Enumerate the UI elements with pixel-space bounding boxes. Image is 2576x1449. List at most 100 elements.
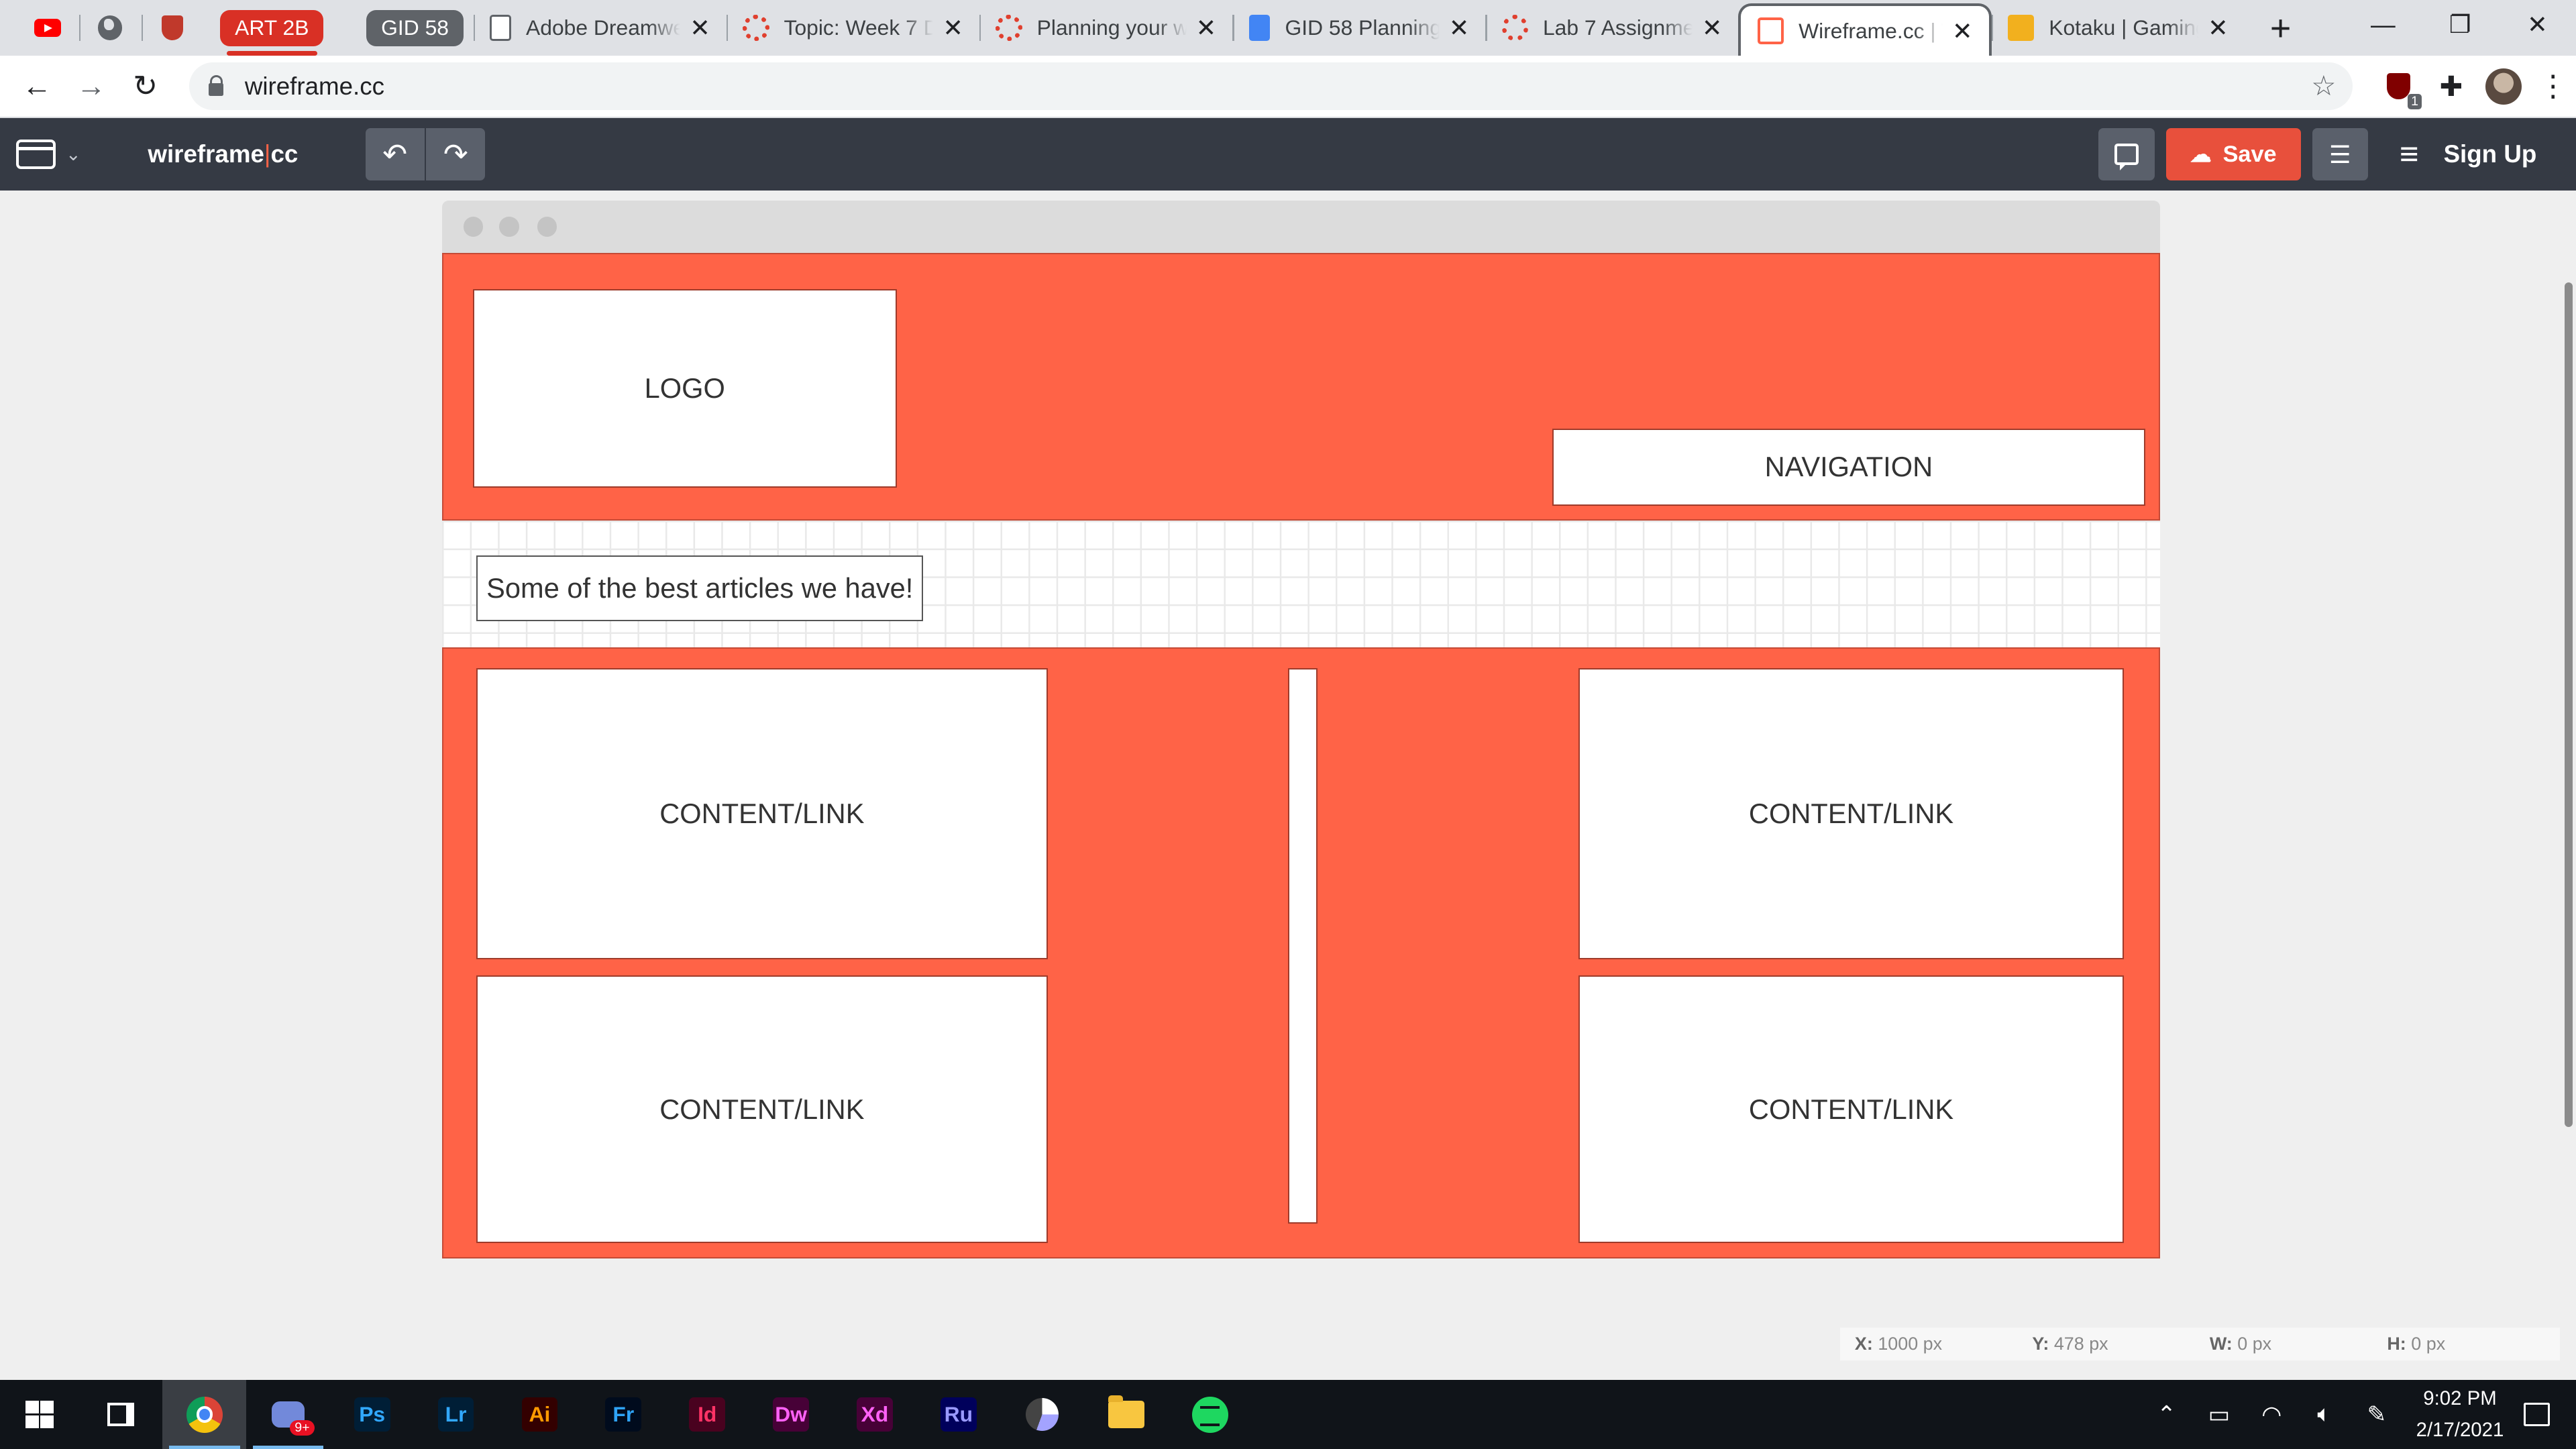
minimize-button[interactable]: — <box>2345 0 2422 49</box>
brand-logo[interactable]: wireframe|cc <box>148 140 298 168</box>
lightroom-icon: Lr <box>437 1397 474 1432</box>
taskbar-spotify[interactable] <box>1168 1380 1252 1449</box>
browser-menu-button[interactable]: ⋮ <box>2530 69 2576 103</box>
notification-center-icon[interactable] <box>2523 1403 2550 1426</box>
taskbar-chrome[interactable] <box>162 1380 247 1449</box>
content-link-box[interactable]: CONTENT/LINK <box>476 975 1048 1244</box>
wireframe-icon <box>1757 17 1784 44</box>
browser-window-icon <box>16 140 56 170</box>
restore-button[interactable]: ❐ <box>2422 0 2499 49</box>
hamburger-icon: ≡ <box>2399 136 2419 173</box>
logo-box[interactable]: LOGO <box>472 288 897 488</box>
indesign-icon: Id <box>689 1397 726 1432</box>
google-docs-icon <box>1248 15 1271 42</box>
xd-icon: Xd <box>857 1397 893 1432</box>
tab-gid58-planning[interactable]: GID 58 Planning ✕ <box>1232 0 1485 56</box>
canvas-icon <box>996 15 1022 42</box>
system-clock[interactable]: 9:02 PM 2/17/2021 <box>2416 1383 2504 1446</box>
headline-text-box[interactable]: Some of the best articles we have! <box>476 555 924 621</box>
reload-button[interactable]: ↻ <box>118 59 172 113</box>
taskbar-fresco[interactable]: Fr <box>582 1380 665 1449</box>
close-tab-icon[interactable]: ✕ <box>1446 13 1472 42</box>
app-toolbar: ⌄ wireframe|cc ↶ ↷ ☁ Save ☰ ≡ Sign Up <box>0 118 2576 191</box>
taskbar-indesign[interactable]: Id <box>665 1380 749 1449</box>
close-tab-icon[interactable]: ✕ <box>1949 17 1976 46</box>
task-view-button[interactable] <box>79 1380 163 1449</box>
new-tab-button[interactable]: + <box>2254 1 2306 54</box>
page-type-selector[interactable]: ⌄ <box>0 140 99 170</box>
settings-button[interactable]: ☰ <box>2312 128 2368 181</box>
taskbar-lightroom[interactable]: Lr <box>414 1380 498 1449</box>
close-tab-icon[interactable]: ✕ <box>1193 13 1219 42</box>
taskbar-obs[interactable] <box>1000 1380 1084 1449</box>
editor-canvas[interactable]: LOGO NAVIGATION Some of the best article… <box>0 191 2576 1381</box>
content-link-box[interactable]: CONTENT/LINK <box>1578 668 2125 959</box>
taskbar-dreamweaver[interactable]: Dw <box>749 1380 833 1449</box>
profile-button[interactable] <box>2477 60 2530 113</box>
taskbar-illustrator[interactable]: Ai <box>498 1380 582 1449</box>
tab-title: Lab 7 Assignment <box>1542 15 1693 40</box>
bookmark-star-icon[interactable]: ☆ <box>2311 69 2336 102</box>
pinned-tabs <box>0 0 204 56</box>
extensions-button[interactable]: ✚ <box>2425 60 2477 113</box>
close-tab-icon[interactable]: ✕ <box>687 13 713 42</box>
pen-icon[interactable]: ✎ <box>2351 1401 2403 1428</box>
content-link-box[interactable]: CONTENT/LINK <box>1578 975 2125 1244</box>
tab-lab7-assignment[interactable]: Lab 7 Assignment ✕ <box>1485 0 1738 56</box>
content-block[interactable]: CONTENT/LINK CONTENT/LINK CONTENT/LINK C… <box>441 647 2161 1258</box>
taskbar-file-explorer[interactable] <box>1084 1380 1168 1449</box>
redo-button[interactable]: ↷ <box>426 128 486 181</box>
hamburger-menu-button[interactable]: ≡ <box>2384 136 2433 173</box>
taskbar-discord[interactable]: 9+ <box>246 1380 330 1449</box>
content-link-label: CONTENT/LINK <box>1748 798 1954 829</box>
tab-title: Adobe Dreamweaver <box>526 15 680 40</box>
show-hidden-icons-chevron-icon[interactable]: ⌃ <box>2140 1401 2192 1428</box>
content-link-box[interactable]: CONTENT/LINK <box>476 668 1048 959</box>
taskbar-xd[interactable]: Xd <box>833 1380 917 1449</box>
url-text[interactable]: wireframe.cc <box>245 72 384 101</box>
close-window-button[interactable]: ✕ <box>2499 0 2576 49</box>
taskbar-rush[interactable]: Ru <box>916 1380 1000 1449</box>
tab-group-art2b[interactable]: ART 2B <box>220 9 324 56</box>
taskbar-photoshop[interactable]: Ps <box>330 1380 414 1449</box>
puzzle-icon: ✚ <box>2439 70 2463 103</box>
battery-icon[interactable]: ▭ <box>2193 1401 2245 1428</box>
photoshop-icon: Ps <box>354 1397 390 1432</box>
pinned-tab-youtube[interactable] <box>16 0 78 56</box>
address-bar[interactable]: wireframe.cc ☆ <box>189 62 2353 111</box>
content-link-label: CONTENT/LINK <box>1748 1093 1954 1125</box>
back-button[interactable]: ← <box>10 59 64 113</box>
fresco-icon: Fr <box>605 1397 642 1432</box>
tab-adobe-dreamweaver[interactable]: Adobe Dreamweaver ✕ <box>473 0 727 56</box>
save-button[interactable]: ☁ Save <box>2165 128 2301 181</box>
wifi-icon[interactable]: ◠ <box>2245 1401 2298 1428</box>
tab-wireframe-cc[interactable]: Wireframe.cc | The ✕ <box>1738 3 1992 56</box>
undo-button[interactable]: ↶ <box>365 128 425 181</box>
height-value: H: 0 px <box>2387 1333 2446 1354</box>
forward-button[interactable]: → <box>64 59 119 113</box>
close-tab-icon[interactable]: ✕ <box>2205 13 2231 42</box>
tab-kotaku[interactable]: Kotaku | Gaming ✕ <box>1991 0 2245 56</box>
close-tab-icon[interactable]: ✕ <box>1699 13 1725 42</box>
close-tab-icon[interactable]: ✕ <box>940 13 966 42</box>
pinned-tab-globe[interactable] <box>78 0 142 56</box>
ublock-extension-button[interactable]: 1 <box>2372 60 2424 113</box>
clock-time: 9:02 PM <box>2423 1387 2497 1410</box>
pinned-tab-shield[interactable] <box>141 0 204 56</box>
volume-icon[interactable]: 🔈︎ <box>2298 1401 2350 1428</box>
header-block[interactable]: LOGO NAVIGATION <box>441 253 2161 521</box>
vertical-divider-box[interactable] <box>1287 668 1318 1224</box>
x-coordinate: X: 1000 px <box>1854 1333 1943 1354</box>
vertical-scrollbar[interactable] <box>2564 282 2573 1127</box>
start-button[interactable] <box>0 1380 79 1449</box>
tab-topic-week7[interactable]: Topic: Week 7 Discussion ✕ <box>726 0 979 56</box>
navigation-box[interactable]: NAVIGATION <box>1552 428 2145 506</box>
lock-icon[interactable] <box>208 74 224 97</box>
tab-group-gid58[interactable]: GID 58 <box>366 9 464 46</box>
tab-planning-website[interactable]: Planning your website ✕ <box>979 0 1232 56</box>
logo-label: LOGO <box>644 372 725 404</box>
discord-icon: 9+ <box>272 1401 315 1436</box>
sign-up-link[interactable]: Sign Up <box>2444 140 2537 168</box>
comment-icon <box>2114 144 2139 171</box>
comment-button[interactable] <box>2098 128 2155 181</box>
